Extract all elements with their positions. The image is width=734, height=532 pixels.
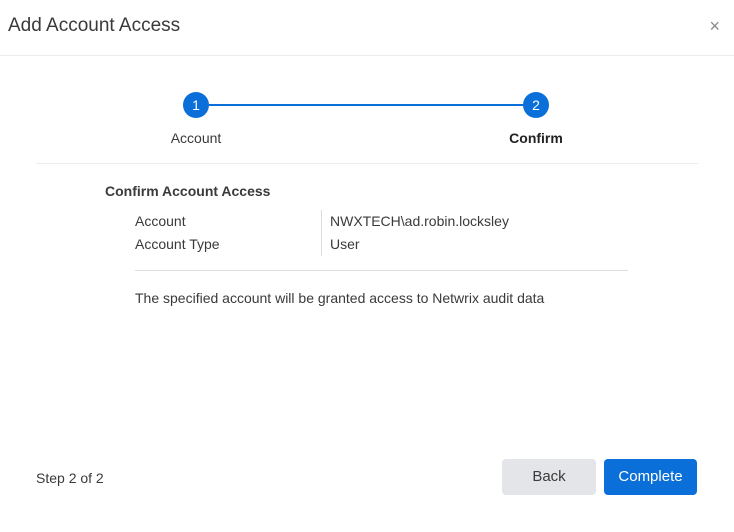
access-note: The specified account will be granted ac… xyxy=(135,290,545,306)
step-2-label: Confirm xyxy=(509,130,563,146)
close-icon[interactable]: × xyxy=(709,15,720,37)
dialog-header: Add Account Access × xyxy=(0,0,734,56)
step-count: Step 2 of 2 xyxy=(36,470,104,486)
stepper-connector-line xyxy=(209,104,525,106)
stepper: 1 2 Account Confirm xyxy=(0,56,734,164)
section-title: Confirm Account Access xyxy=(105,183,271,199)
step-2-circle: 2 xyxy=(523,92,549,118)
divider xyxy=(135,270,628,271)
step-1-label: Account xyxy=(170,130,222,146)
back-button[interactable]: Back xyxy=(502,459,596,495)
add-account-access-dialog: Add Account Access × 1 2 Account Confirm… xyxy=(0,0,734,532)
complete-button[interactable]: Complete xyxy=(604,459,697,495)
step-1-circle: 1 xyxy=(183,92,209,118)
detail-key: Account Type xyxy=(135,236,220,252)
detail-key: Account xyxy=(135,213,186,229)
detail-value: NWXTECH\ad.robin.locksley xyxy=(330,213,509,229)
detail-row-account-type: Account Type User xyxy=(135,233,628,256)
detail-row-account: Account NWXTECH\ad.robin.locksley xyxy=(135,210,628,233)
dialog-title: Add Account Access xyxy=(8,15,181,36)
divider xyxy=(36,163,698,164)
detail-value: User xyxy=(330,236,360,252)
account-details: Account NWXTECH\ad.robin.locksley Accoun… xyxy=(135,210,628,256)
